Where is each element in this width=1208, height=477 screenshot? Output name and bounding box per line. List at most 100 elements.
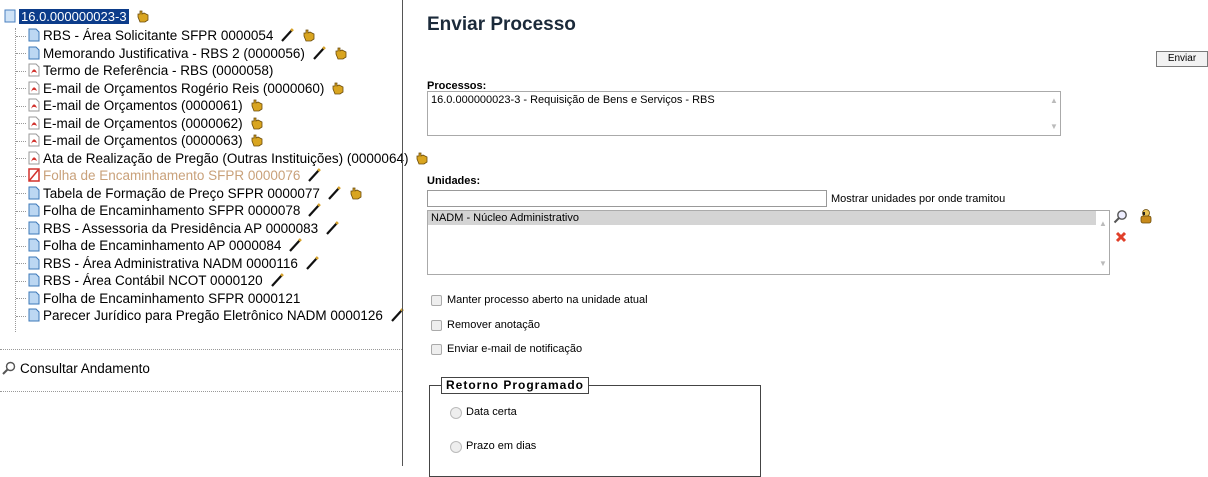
tree-connector — [16, 193, 26, 195]
tree-item-label[interactable]: RBS - Área Administrativa NADM 0000116 — [43, 256, 298, 271]
tree-connector — [16, 298, 26, 300]
pen-icon[interactable] — [279, 27, 295, 43]
unidades-item[interactable]: NADM - Núcleo Administrativo — [431, 212, 579, 224]
tree-item-label[interactable]: RBS - Assessoria da Presidência AP 00000… — [43, 221, 318, 236]
prazo-dias-radio[interactable] — [450, 441, 462, 453]
document-icon — [28, 221, 40, 234]
tree-item[interactable]: E-mail de Orçamentos (0000063) — [16, 132, 265, 150]
document-icon — [28, 28, 40, 42]
tree-item[interactable]: E-mail de Orçamentos (0000061) — [16, 97, 265, 115]
document-icon — [28, 186, 40, 199]
tree-item-label[interactable]: Parecer Jurídico para Pregão Eletrônico … — [43, 308, 383, 323]
manter-aberto-checkbox[interactable] — [431, 295, 442, 306]
tree-item-label[interactable]: RBS - Área Solicitante SFPR 0000054 — [43, 28, 273, 43]
scroll-down-icon[interactable]: ▼ — [1099, 259, 1107, 268]
tree-item[interactable]: Folha de Encaminhamento SFPR 0000076 — [16, 167, 322, 185]
document-icon — [28, 291, 40, 304]
tree-item-label[interactable]: Ata de Realização de Pregão (Outras Inst… — [43, 151, 408, 166]
tree-item[interactable]: Folha de Encaminhamento SFPR 0000121 — [16, 290, 300, 308]
tree-item[interactable]: Parecer Jurídico para Pregão Eletrônico … — [16, 307, 405, 325]
scroll-up-icon[interactable]: ▲ — [1050, 96, 1058, 105]
tree-item[interactable]: RBS - Área Administrativa NADM 0000116 — [16, 255, 320, 273]
tree-root[interactable]: 16.0.000000023-3 — [4, 8, 151, 26]
unidades-label: Unidades: — [427, 175, 481, 187]
hand-icon[interactable] — [301, 27, 317, 43]
hand-icon[interactable] — [135, 8, 151, 24]
folder-doc-icon — [4, 9, 16, 23]
consultar-andamento-link[interactable]: Consultar Andamento — [2, 361, 150, 376]
hand-icon[interactable] — [333, 45, 349, 61]
process-tree-panel: 16.0.000000023-3 RBS - Área Solicitante … — [0, 0, 428, 466]
tree-connector — [16, 53, 26, 55]
pen-icon[interactable] — [269, 272, 285, 288]
enviar-email-checkbox[interactable] — [431, 344, 442, 355]
pen-icon[interactable] — [304, 255, 320, 271]
unidades-list[interactable]: NADM - Núcleo Administrativo ▲ ▼ — [427, 210, 1110, 275]
enviar-button[interactable]: Enviar — [1156, 51, 1208, 67]
divider — [0, 391, 402, 392]
tree-item[interactable]: Ata de Realização de Pregão (Outras Inst… — [16, 150, 430, 168]
hand-icon[interactable] — [249, 115, 265, 131]
unidades-input[interactable] — [427, 190, 827, 207]
manter-aberto-label[interactable]: Manter processo aberto na unidade atual — [447, 294, 648, 306]
data-certa-label[interactable]: Data certa — [466, 406, 517, 418]
scroll-down-icon[interactable]: ▼ — [1050, 122, 1058, 131]
hand-icon[interactable] — [249, 132, 265, 148]
enviar-email-label[interactable]: Enviar e-mail de notificação — [447, 343, 582, 355]
remover-anotacao-label[interactable]: Remover anotação — [447, 319, 540, 331]
tree-item-label[interactable]: Folha de Encaminhamento SFPR 0000121 — [43, 291, 300, 306]
consultar-andamento-label[interactable]: Consultar Andamento — [20, 361, 150, 376]
hand-icon[interactable] — [249, 97, 265, 113]
tree-item-label[interactable]: E-mail de Orçamentos Rogério Reis (00000… — [43, 81, 324, 96]
cancelled-doc-icon — [28, 168, 40, 182]
tree-connector — [16, 228, 26, 230]
tree-item[interactable]: E-mail de Orçamentos (0000062) — [16, 115, 265, 133]
remove-icon[interactable] — [1115, 231, 1127, 243]
pen-icon[interactable] — [287, 237, 303, 253]
tree-item[interactable]: RBS - Assessoria da Presidência AP 00000… — [16, 220, 340, 238]
tree-connector — [16, 35, 26, 37]
bulk-units-icon[interactable] — [1138, 208, 1154, 224]
tree-item-label[interactable]: RBS - Área Contábil NCOT 0000120 — [43, 273, 263, 288]
tree-item-label[interactable]: E-mail de Orçamentos (0000061) — [43, 98, 243, 113]
tree-connector — [16, 210, 26, 212]
tree-item[interactable]: Termo de Referência - RBS (0000058) — [16, 62, 273, 80]
pen-icon[interactable] — [326, 185, 342, 201]
tree-item-label[interactable]: Folha de Encaminhamento AP 0000084 — [43, 238, 281, 253]
tree-item[interactable]: Tabela de Formação de Preço SFPR 0000077 — [16, 185, 364, 203]
tree-connector — [16, 263, 26, 265]
pen-icon[interactable] — [306, 202, 322, 218]
prazo-dias-label[interactable]: Prazo em dias — [466, 440, 536, 452]
pen-icon[interactable] — [324, 220, 340, 236]
tree-item-label[interactable]: E-mail de Orçamentos (0000063) — [43, 133, 243, 148]
search-icon[interactable] — [1113, 209, 1128, 224]
remover-anotacao-checkbox[interactable] — [431, 320, 442, 331]
tree-connector — [16, 245, 26, 247]
tree-item-label[interactable]: Memorando Justificativa - RBS 2 (0000056… — [43, 46, 305, 61]
data-certa-radio[interactable] — [450, 407, 462, 419]
tree-connector — [16, 158, 26, 160]
magnifier-icon — [2, 361, 16, 375]
pdf-icon — [28, 63, 40, 77]
tree-item[interactable]: RBS - Área Solicitante SFPR 0000054 — [16, 27, 317, 45]
tree-item-label[interactable]: Tabela de Formação de Preço SFPR 0000077 — [43, 186, 320, 201]
tree-item[interactable]: Folha de Encaminhamento AP 0000084 — [16, 237, 303, 255]
hand-icon[interactable] — [330, 80, 346, 96]
hand-icon[interactable] — [348, 185, 364, 201]
processos-list[interactable]: 16.0.000000023-3 - Requisição de Bens e … — [427, 91, 1061, 136]
mostrar-unidades-link[interactable]: Mostrar unidades por onde tramitou — [831, 193, 1005, 205]
tree-item-label[interactable]: Folha de Encaminhamento SFPR 0000078 — [43, 203, 300, 218]
tree-item-label[interactable]: E-mail de Orçamentos (0000062) — [43, 116, 243, 131]
tree-item[interactable]: Memorando Justificativa - RBS 2 (0000056… — [16, 45, 349, 63]
pen-icon[interactable] — [306, 167, 322, 183]
tree-item[interactable]: Folha de Encaminhamento SFPR 0000078 — [16, 202, 322, 220]
tree-root-label[interactable]: 16.0.000000023-3 — [19, 9, 129, 24]
pen-icon[interactable] — [311, 45, 327, 61]
processos-item[interactable]: 16.0.000000023-3 - Requisição de Bens e … — [431, 94, 715, 106]
scroll-up-icon[interactable]: ▲ — [1099, 219, 1107, 228]
tree-item[interactable]: RBS - Área Contábil NCOT 0000120 — [16, 272, 285, 290]
pdf-icon — [28, 133, 40, 147]
tree-item[interactable]: E-mail de Orçamentos Rogério Reis (00000… — [16, 80, 346, 98]
tree-item-label[interactable]: Folha de Encaminhamento SFPR 0000076 — [43, 168, 300, 183]
tree-item-label[interactable]: Termo de Referência - RBS (0000058) — [43, 63, 273, 78]
